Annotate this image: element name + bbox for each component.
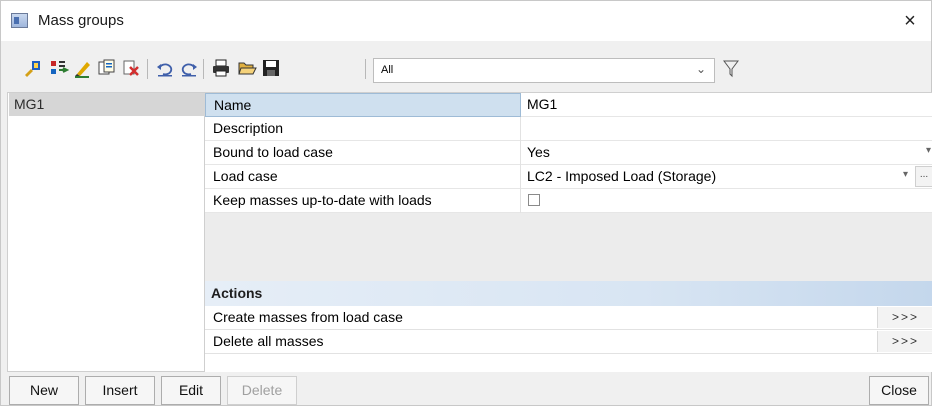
property-label: Bound to load case bbox=[205, 141, 521, 165]
property-label: Name bbox=[205, 93, 521, 117]
delete-all-masses-button[interactable]: >>> bbox=[877, 331, 932, 352]
close-button[interactable]: Close bbox=[869, 376, 929, 405]
load-case-value: LC2 - Imposed Load (Storage) bbox=[527, 168, 717, 184]
property-grid: Name MG1 Description Bound to load case … bbox=[205, 92, 932, 372]
property-label: Keep masses up-to-date with loads bbox=[205, 189, 521, 213]
save-icon[interactable] bbox=[261, 57, 281, 79]
action-label: Delete all masses bbox=[213, 333, 324, 349]
toolbar: All ⌄ bbox=[1, 52, 931, 86]
actions-header: Actions bbox=[205, 281, 932, 306]
insert-icon[interactable] bbox=[49, 57, 69, 79]
mass-group-list[interactable]: MG1 bbox=[7, 92, 205, 372]
open-icon[interactable] bbox=[237, 57, 257, 79]
description-field[interactable] bbox=[521, 117, 932, 141]
delete-button[interactable]: Delete bbox=[227, 376, 297, 405]
new-item-icon[interactable] bbox=[23, 57, 43, 79]
filter-dropdown[interactable]: All ⌄ bbox=[373, 58, 715, 83]
toolbar-separator bbox=[365, 59, 366, 79]
create-masses-button[interactable]: >>> bbox=[877, 307, 932, 328]
table-row[interactable]: Bound to load case Yes ▾ bbox=[205, 141, 932, 165]
browse-load-case-button[interactable]: ... bbox=[915, 166, 932, 187]
keep-masses-checkbox[interactable] bbox=[528, 194, 540, 206]
list-item[interactable]: MG1 bbox=[9, 93, 205, 116]
window-title: Mass groups bbox=[38, 12, 124, 29]
redo-icon[interactable] bbox=[179, 57, 199, 79]
property-label: Load case bbox=[205, 165, 521, 189]
chevron-down-icon: ⌄ bbox=[695, 62, 706, 76]
action-row: Delete all masses >>> bbox=[205, 330, 932, 354]
undo-icon[interactable] bbox=[155, 57, 175, 79]
chevron-down-icon: ▾ bbox=[925, 145, 931, 156]
new-button[interactable]: New bbox=[9, 376, 79, 405]
table-row[interactable]: Keep masses up-to-date with loads bbox=[205, 189, 932, 213]
table-row[interactable]: Description bbox=[205, 117, 932, 141]
print-icon[interactable] bbox=[211, 57, 231, 79]
keep-masses-updated-field[interactable] bbox=[521, 189, 932, 213]
chevron-down-icon: ▾ bbox=[902, 169, 908, 180]
name-field[interactable]: MG1 bbox=[521, 93, 932, 117]
action-row: Create masses from load case >>> bbox=[205, 306, 932, 330]
copy-icon[interactable] bbox=[97, 57, 117, 79]
filter-icon[interactable] bbox=[723, 57, 739, 79]
bound-value: Yes bbox=[527, 144, 550, 160]
action-label: Create masses from load case bbox=[213, 309, 403, 325]
edit-icon[interactable] bbox=[73, 57, 93, 79]
close-window-button[interactable]: × bbox=[895, 6, 925, 36]
toolbar-separator bbox=[147, 59, 148, 79]
insert-button[interactable]: Insert bbox=[85, 376, 155, 405]
app-window-icon bbox=[11, 13, 28, 28]
delete-icon[interactable] bbox=[121, 57, 141, 79]
edit-button[interactable]: Edit bbox=[161, 376, 221, 405]
filter-value: All bbox=[381, 64, 394, 76]
table-row[interactable]: Name MG1 bbox=[205, 93, 932, 117]
bottom-button-bar: New Insert Edit Delete Close bbox=[1, 372, 931, 406]
load-case-select[interactable]: LC2 - Imposed Load (Storage) ▾ ... bbox=[521, 165, 932, 189]
grid-spacer bbox=[205, 213, 932, 281]
title-bar: Mass groups × bbox=[1, 1, 931, 41]
bound-to-load-case-select[interactable]: Yes ▾ bbox=[521, 141, 932, 165]
property-label: Description bbox=[205, 117, 521, 141]
table-row[interactable]: Load case LC2 - Imposed Load (Storage) ▾… bbox=[205, 165, 932, 189]
toolbar-separator bbox=[203, 59, 204, 79]
mass-groups-window: Mass groups × All ⌄ MG1 Name MG1 Descrip… bbox=[0, 0, 932, 406]
